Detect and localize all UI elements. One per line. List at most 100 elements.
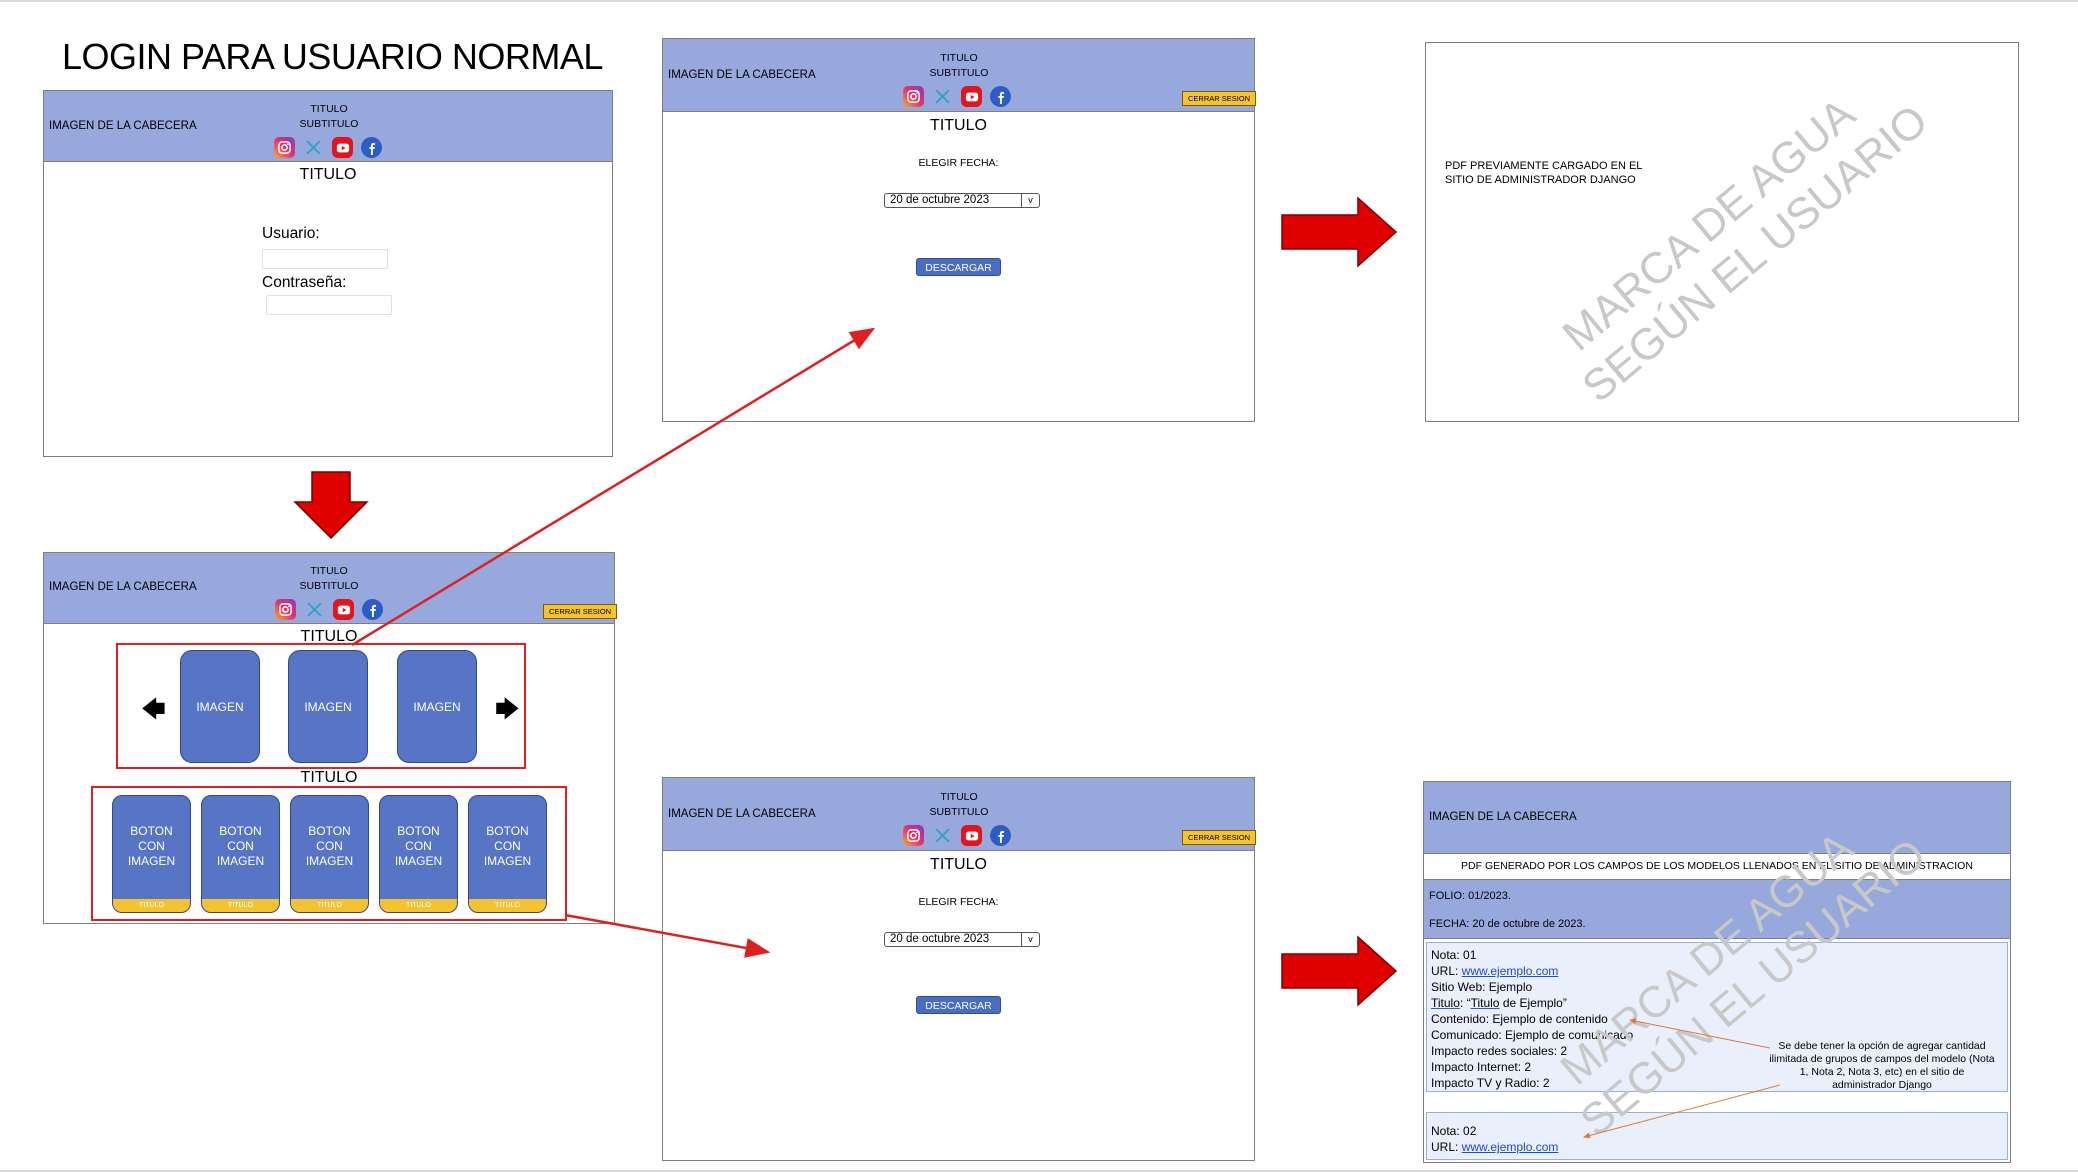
download-button[interactable]: DESCARGAR: [916, 258, 1001, 276]
note-title-sep: : “: [1459, 996, 1471, 1010]
site-header: IMAGEN DE LA CABECERA TITULO SUBTITULO C…: [663, 39, 1257, 112]
x-icon[interactable]: [932, 86, 953, 107]
note-url-link[interactable]: www.ejemplo.com: [1462, 964, 1559, 978]
header-title: TITULO: [940, 791, 978, 803]
header-subtitle: SUBTITULO: [299, 580, 359, 592]
header-title: TITULO: [940, 52, 978, 64]
download-title: TITULO: [930, 856, 987, 873]
site-header: IMAGEN DE LA CABECERA TITULO SUBTITULO C…: [44, 553, 618, 624]
header-image: IMAGEN DE LA CABECERA: [668, 69, 816, 81]
site-header: IMAGEN DE LA CABECERA TITULO SUBTITULO: [44, 91, 612, 162]
facebook-icon[interactable]: [990, 825, 1011, 846]
instagram-icon[interactable]: [903, 825, 924, 846]
note-title-end: de Ejemplo”: [1499, 996, 1567, 1010]
header-image: IMAGEN DE LA CABECERA: [49, 581, 197, 593]
image-button-caption: TITULO: [469, 899, 546, 912]
note-url-label: URL:: [1431, 1140, 1462, 1154]
x-icon[interactable]: [932, 825, 953, 846]
header-titles: TITULO SUBTITULO: [279, 102, 379, 132]
date-label: ELEGIR FECHA:: [918, 157, 999, 169]
download-title: TITULO: [930, 117, 987, 134]
pdf-generated-page: IMAGEN DE LA CABECERA PDF GENERADO POR L…: [1423, 781, 2011, 1163]
image-button[interactable]: BOTON CON IMAGEN TITULO: [379, 795, 458, 913]
download-button[interactable]: DESCARGAR: [916, 996, 1001, 1014]
watermark: MARCA DE AGUA SEGÚN EL USUARIO: [1539, 77, 1937, 414]
social-links: [903, 86, 1011, 107]
download-screen-top: IMAGEN DE LA CABECERA TITULO SUBTITULO C…: [662, 38, 1257, 422]
social-links: [274, 137, 382, 158]
pdf-text-line: SITIO DE ADMINISTRADOR DJANGO: [1445, 174, 1636, 186]
bottom-divider: [0, 1170, 2078, 1172]
image-button-label: BOTON CON IMAGEN: [483, 824, 532, 868]
image-button-label: BOTON CON IMAGEN: [216, 824, 265, 868]
header-title: TITULO: [310, 565, 348, 577]
header-image: IMAGEN DE LA CABECERA: [668, 808, 816, 820]
image-button-caption: TITULO: [113, 899, 190, 912]
pdf-fecha: FECHA: 20 de octubre de 2023.: [1429, 918, 1586, 930]
pdf-preloaded-page: PDF PREVIAMENTE CARGADO EN EL SITIO DE A…: [1425, 42, 2019, 422]
date-label: ELEGIR FECHA:: [918, 896, 999, 908]
image-button[interactable]: BOTON CON IMAGEN TITULO: [201, 795, 280, 913]
username-input[interactable]: [262, 249, 388, 269]
header-subtitle: SUBTITULO: [929, 67, 989, 79]
social-links: [903, 825, 1011, 846]
image-button[interactable]: BOTON CON IMAGEN TITULO: [468, 795, 547, 913]
x-icon[interactable]: [304, 599, 325, 620]
download-screen-bottom: IMAGEN DE LA CABECERA TITULO SUBTITULO C…: [662, 777, 1257, 1161]
date-select[interactable]: 20 de octubre 2023 v: [884, 193, 1040, 208]
instagram-icon[interactable]: [275, 599, 296, 620]
youtube-icon[interactable]: [333, 599, 354, 620]
password-label: Contraseña:: [262, 274, 347, 291]
username-label: Usuario:: [262, 225, 320, 242]
annotation-note: Se debe tener la opción de agregar canti…: [1769, 1040, 1995, 1091]
date-select[interactable]: 20 de octubre 2023 v: [884, 932, 1040, 947]
password-input[interactable]: [266, 295, 392, 315]
facebook-icon[interactable]: [361, 137, 382, 158]
page-title: LOGIN PARA USUARIO NORMAL: [62, 36, 603, 77]
top-divider: [0, 0, 2078, 2]
youtube-icon[interactable]: [961, 86, 982, 107]
carousel-prev-icon[interactable]: 🡄: [141, 692, 166, 733]
header-titles: TITULO SUBTITULO: [909, 790, 1009, 820]
logout-button[interactable]: CERRAR SESION: [543, 604, 618, 619]
logout-button[interactable]: CERRAR SESION: [1182, 91, 1257, 106]
flow-arrow-down: [293, 471, 369, 540]
image-button[interactable]: BOTON CON IMAGEN TITULO: [112, 795, 191, 913]
instagram-icon[interactable]: [274, 137, 295, 158]
header-title: TITULO: [310, 103, 348, 115]
image-button-label: BOTON CON IMAGEN: [394, 824, 443, 868]
flow-arrow-right: [1281, 935, 1398, 1007]
logout-button[interactable]: CERRAR SESION: [1182, 830, 1257, 845]
youtube-icon[interactable]: [961, 825, 982, 846]
chevron-down-icon: v: [1021, 194, 1039, 207]
image-button[interactable]: BOTON CON IMAGEN TITULO: [290, 795, 369, 913]
image-button-caption: TITULO: [202, 899, 279, 912]
carousel-item[interactable]: IMAGEN: [180, 650, 260, 763]
note-title-label: Titulo: [1431, 996, 1460, 1010]
note-title-word: Titulo: [1470, 996, 1500, 1010]
chevron-down-icon: v: [1021, 933, 1039, 946]
youtube-icon[interactable]: [332, 137, 353, 158]
flow-arrow-right: [1281, 196, 1398, 268]
image-button-label: BOTON CON IMAGEN: [127, 824, 176, 868]
date-select-value: 20 de octubre 2023: [890, 194, 990, 206]
login-screen: IMAGEN DE LA CABECERA TITULO SUBTITULO T…: [43, 90, 613, 457]
header-image: IMAGEN DE LA CABECERA: [49, 120, 197, 132]
image-button-caption: TITULO: [380, 899, 457, 912]
pdf-header-image: IMAGEN DE LA CABECERA: [1429, 811, 1577, 823]
instagram-icon[interactable]: [903, 86, 924, 107]
login-title: TITULO: [299, 166, 357, 183]
facebook-icon[interactable]: [362, 599, 383, 620]
x-icon[interactable]: [303, 137, 324, 158]
social-links: [275, 599, 383, 620]
carousel-item[interactable]: IMAGEN: [397, 650, 477, 763]
carousel-item[interactable]: IMAGEN: [288, 650, 368, 763]
image-button-label: BOTON CON IMAGEN: [305, 824, 354, 868]
pdf-note-block: Nota: 02 URL: www.ejemplo.com: [1426, 1112, 2008, 1160]
home-screen: IMAGEN DE LA CABECERA TITULO SUBTITULO C…: [43, 552, 618, 924]
date-select-value: 20 de octubre 2023: [890, 933, 990, 945]
note-url-link[interactable]: www.ejemplo.com: [1462, 1140, 1559, 1154]
carousel-next-icon[interactable]: 🡆: [495, 692, 520, 733]
facebook-icon[interactable]: [990, 86, 1011, 107]
note-number: Nota: 02: [1431, 1124, 1477, 1138]
